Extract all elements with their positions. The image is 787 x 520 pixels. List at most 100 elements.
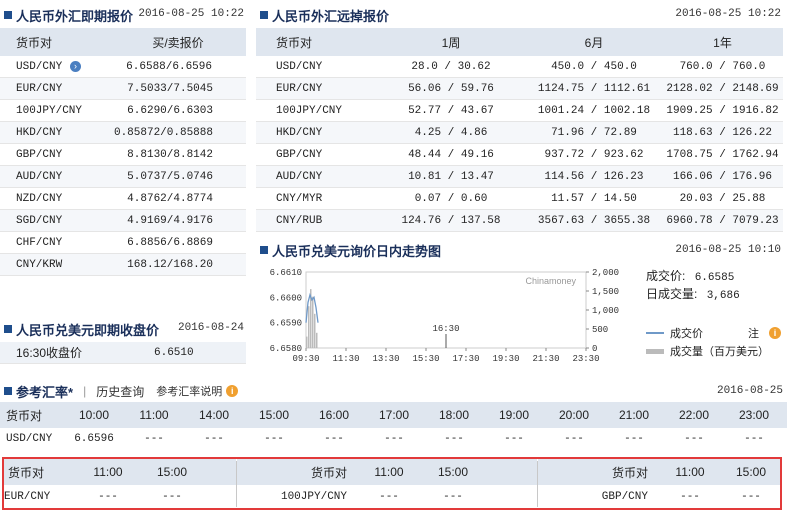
spot-table-row[interactable]: AUD/CNY 5.0737/5.0746	[0, 166, 246, 188]
reference-col-header: 19:00	[498, 408, 530, 422]
note-label: 注	[748, 328, 759, 340]
sub-table-col-header: 11:00	[93, 465, 123, 479]
forward-cell: 450.0 / 450.0	[551, 60, 637, 73]
history-link[interactable]: 历史查询	[96, 383, 144, 400]
square-bullet-icon	[4, 11, 12, 19]
forward-cell: EUR/CNY	[276, 82, 323, 95]
spot-table-row[interactable]: CNY/KRW 168.12/168.20	[0, 254, 246, 276]
spot-pair: AUD/CNY	[16, 170, 63, 183]
square-bullet-icon	[4, 387, 12, 395]
forward-cell: 124.76 / 137.58	[401, 214, 501, 227]
reference-col-header: 货币对	[6, 408, 43, 423]
forward-cell: 4.25 / 4.86	[414, 126, 488, 139]
spot-pair: GBP/CNY	[16, 148, 63, 161]
highlighted-sub-tables: 货币对 11:00 15:00 EUR/CNY --- --- 货币对 11:00 15:00…	[2, 457, 782, 510]
trade-price-label: 成交价:	[646, 269, 686, 283]
forward-cell: 1708.75 / 1762.94	[666, 148, 779, 161]
reference-col-header: 23:00	[738, 408, 770, 422]
forward-cell: 1001.24 / 1002.18	[537, 104, 651, 117]
legend-bar-swatch	[646, 348, 664, 354]
reference-cell: ---	[504, 433, 524, 445]
divider: |	[83, 384, 87, 398]
forward-table-row[interactable]: AUD/CNY 10.81 / 13.47 114.56 / 126.23 166.0…	[256, 166, 783, 188]
forward-cell: 52.77 / 43.67	[408, 104, 494, 117]
y-right-tick-label: 0	[592, 344, 597, 354]
forward-table-row[interactable]: GBP/CNY 48.44 / 49.16 937.72 / 923.62 1708.…	[256, 144, 783, 166]
forward-cell: 71.96 / 72.89	[551, 126, 637, 139]
forward-cell: USD/CNY	[276, 60, 323, 73]
forward-cell: 166.06 / 176.96	[672, 170, 773, 183]
spot-table-row[interactable]: 100JPY/CNY 6.6290/6.6303	[0, 100, 246, 122]
sub-table-cell: ---	[162, 490, 182, 503]
y-right-tick-label: 2,000	[592, 268, 619, 278]
square-bullet-icon	[260, 246, 268, 254]
spot-table-row[interactable]: NZD/CNY 4.8762/4.8774	[0, 188, 246, 210]
spot-table-row[interactable]: SGD/CNY 4.9169/4.9176	[0, 210, 246, 232]
forward-cell: 1124.75 / 1112.61	[537, 82, 651, 95]
sub-table-cell: ---	[379, 490, 399, 503]
forward-cell: 28.0 / 30.62	[411, 60, 491, 73]
forward-quote-panel: 人民币外汇远掉报价 2016-08-25 10:22 货币对 1周 6月 1年 …	[256, 2, 783, 232]
reference-cell: ---	[204, 433, 224, 445]
close-label: 16:30收盘价	[16, 346, 83, 360]
reference-date: 2016-08-25	[716, 385, 783, 397]
spot-table-row[interactable]: CHF/CNY 6.8856/6.8869	[0, 232, 246, 254]
forward-cell: AUD/CNY	[276, 170, 323, 183]
reference-col-header: 16:00	[318, 408, 350, 422]
sub-table-col-header: 15:00	[735, 465, 767, 479]
forward-table-row[interactable]: USD/CNY 28.0 / 30.62 450.0 / 450.0 760.0 / …	[256, 56, 783, 78]
sub-table-col-header: 11:00	[675, 465, 705, 479]
close-panel-date: 2016-08-24	[177, 322, 244, 334]
spot-pair: EUR/CNY	[16, 82, 63, 95]
volume-bar	[314, 313, 316, 348]
info-icon[interactable]: i	[769, 327, 781, 339]
spot-pair: SGD/CNY	[16, 214, 63, 227]
forward-table-row[interactable]: HKD/CNY 4.25 / 4.86 71.96 / 72.89 118.63 / …	[256, 122, 783, 144]
spot-table-row[interactable]: GBP/CNY 8.8130/8.8142	[0, 144, 246, 166]
spot-quote: 6.8856/6.8869	[127, 236, 213, 249]
spot-table-row[interactable]: HKD/CNY 0.85872/0.85888	[0, 122, 246, 144]
forward-table-row[interactable]: CNY/MYR 0.07 / 0.60 11.57 / 14.50 20.03 / 2…	[256, 188, 783, 210]
spot-quote: 6.6290/6.6303	[127, 104, 213, 117]
chevron-right-icon[interactable]: ›	[70, 61, 81, 72]
spot-pair: NZD/CNY	[16, 192, 63, 205]
reference-col-header: 20:00	[558, 408, 590, 422]
forward-table-row[interactable]: CNY/RUB 124.76 / 137.58 3567.63 / 3655.38 6…	[256, 210, 783, 232]
forward-cell: 0.07 / 0.60	[414, 192, 488, 205]
spot-panel-header: 人民币外汇即期报价 2016-08-25 10:22	[0, 2, 246, 28]
volume-bar	[316, 332, 318, 348]
reference-cell: ---	[684, 433, 704, 445]
sub-table-eur: 货币对 11:00 15:00 EUR/CNY --- ---	[4, 459, 236, 508]
sub-table-gbp: 货币对 11:00 15:00 GBP/CNY --- ---	[538, 459, 780, 508]
sub-table-cell: ---	[98, 490, 118, 503]
x-tick-label: 19:30	[492, 354, 519, 364]
info-icon[interactable]: i	[226, 385, 239, 397]
reference-title: 参考汇率*	[16, 384, 74, 400]
close-value: 6.6510	[154, 346, 194, 359]
y-left-tick-label: 6.6590	[270, 319, 302, 329]
forward-table-row[interactable]: 100JPY/CNY 52.77 / 43.67 1001.24 / 1002.18…	[256, 100, 783, 122]
spot-quote: 168.12/168.20	[127, 258, 213, 271]
spot-quote-panel: 人民币外汇即期报价 2016-08-25 10:22 货币对 买/卖报价 USD…	[0, 2, 246, 276]
spot-table-row[interactable]: EUR/CNY 7.5033/7.5045	[0, 78, 246, 100]
reference-cell: ---	[144, 433, 164, 445]
legend-price-label: 成交价	[670, 328, 703, 340]
reference-cell: 6.6596	[74, 433, 114, 445]
reference-cell: ---	[444, 433, 464, 445]
spot-quote: 5.0737/5.0746	[127, 170, 213, 183]
forward-table-row[interactable]: EUR/CNY 56.06 / 59.76 1124.75 / 1112.61 212…	[256, 78, 783, 100]
forward-col-1w: 1周	[441, 35, 461, 50]
reference-note-link[interactable]: 参考汇率说明	[156, 383, 222, 399]
spot-table-row[interactable]: USD/CNY › 6.6588/6.6596	[0, 56, 246, 78]
intraday-stats: 成交价: 6.6585 日成交量: 3,686	[646, 268, 740, 304]
x-tick-label: 15:30	[412, 354, 439, 364]
spot-pair: HKD/CNY	[16, 126, 63, 139]
spot-quote: 6.6588/6.6596	[126, 60, 212, 73]
forward-cell: 56.06 / 59.76	[408, 82, 494, 95]
reference-header: 参考汇率* | 历史查询 参考汇率说明 i 2016-08-25	[0, 380, 787, 402]
spot-quote: 4.9169/4.9176	[127, 214, 213, 227]
reference-rate-panel: 参考汇率* | 历史查询 参考汇率说明 i 2016-08-25 货币对 10:0…	[0, 380, 787, 450]
forward-cell: 100JPY/CNY	[276, 104, 343, 117]
spot-panel-title: 人民币外汇即期报价	[16, 8, 134, 24]
reference-col-header: 18:00	[438, 408, 470, 422]
